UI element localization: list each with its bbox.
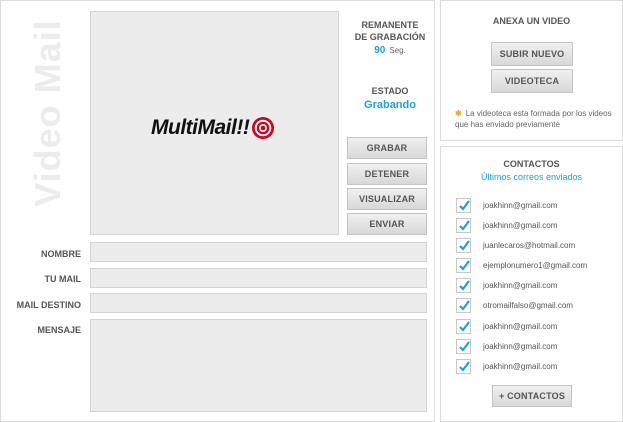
- contact-email: joakhinn@gmail.com: [483, 321, 558, 331]
- contact-email: juanlecaros@hotmail.com: [483, 240, 576, 250]
- contact-row[interactable]: joakhinn@gmail.com: [456, 217, 557, 233]
- library-note-text: La videoteca esta formada por los videos…: [455, 109, 612, 129]
- remaining-label-line2: DE GRABACIÓN: [354, 32, 426, 42]
- state-label: ESTADO: [371, 86, 409, 96]
- contact-checkbox[interactable]: [456, 237, 471, 253]
- multimail-logo: MultiMail!!: [151, 116, 275, 140]
- message-label: MENSAJE: [37, 325, 81, 335]
- contact-row[interactable]: otromailfalso@gmail.com: [456, 297, 573, 313]
- remaining-unit: Seg.: [389, 46, 406, 55]
- name-field[interactable]: [90, 242, 427, 262]
- contact-checkbox[interactable]: [456, 297, 471, 313]
- checkmark-icon: [459, 279, 470, 291]
- contact-email: otromailfalso@gmail.com: [483, 300, 573, 310]
- checkmark-icon: [459, 259, 470, 271]
- contact-email: joakhinn@gmail.com: [483, 200, 558, 210]
- checkmark-icon: [459, 199, 470, 211]
- contact-email: joakhinn@gmail.com: [483, 361, 558, 371]
- contact-checkbox[interactable]: [456, 197, 471, 213]
- send-button[interactable]: ENVIAR: [347, 213, 427, 235]
- dest-mail-field[interactable]: [90, 293, 427, 313]
- remaining-time: 90 Seg.: [344, 45, 436, 56]
- contact-email: ejemplonumero1@gmail.com: [483, 260, 588, 270]
- remaining-label: REMANENTE DE GRABACIÓN: [344, 19, 436, 43]
- upload-new-button[interactable]: SUBIR NUEVO: [491, 42, 573, 66]
- name-label: NOMBRE: [41, 249, 81, 259]
- dest-mail-label: MAIL DESTINO: [16, 300, 81, 310]
- video-library-button[interactable]: VIDEOTECA: [491, 69, 573, 93]
- mymail-label: TU MAIL: [44, 274, 82, 284]
- contact-checkbox[interactable]: [456, 318, 471, 334]
- remaining-value: 90: [374, 45, 386, 56]
- contacts-panel: CONTACTOS Últimos correos enviados joakh…: [440, 146, 623, 422]
- state-value: Grabando: [364, 99, 416, 111]
- contacts-subtitle: Últimos correos enviados: [480, 172, 583, 182]
- add-contacts-button[interactable]: + CONTACTOS: [492, 385, 572, 407]
- target-icon: [252, 117, 275, 139]
- contact-checkbox[interactable]: [456, 277, 471, 293]
- checkmark-icon: [459, 320, 470, 332]
- contact-email: joakhinn@gmail.com: [483, 280, 558, 290]
- checkmark-icon: [459, 360, 470, 372]
- video-preview-area[interactable]: MultiMail!!: [90, 11, 339, 235]
- contact-checkbox[interactable]: [456, 338, 471, 354]
- contact-checkbox[interactable]: [456, 358, 471, 374]
- contact-email: joakhinn@gmail.com: [483, 220, 558, 230]
- checkmark-icon: [459, 219, 470, 231]
- remaining-label-line1: REMANENTE: [361, 20, 419, 30]
- checkmark-icon: [459, 239, 470, 251]
- contact-checkbox[interactable]: [456, 217, 471, 233]
- checkmark-icon: [459, 340, 470, 352]
- message-field[interactable]: [90, 319, 427, 412]
- contact-email: joakhinn@gmail.com: [483, 341, 558, 351]
- record-button[interactable]: GRABAR: [347, 137, 427, 159]
- contact-row[interactable]: joakhinn@gmail.com: [456, 277, 557, 293]
- contact-row[interactable]: juanlecaros@hotmail.com: [456, 237, 575, 253]
- contacts-title: CONTACTOS: [503, 159, 560, 169]
- contact-row[interactable]: joakhinn@gmail.com: [456, 338, 557, 354]
- library-note: ✱ La videoteca esta formada por los video…: [455, 108, 617, 130]
- contact-row[interactable]: ejemplonumero1@gmail.com: [456, 257, 587, 273]
- checkmark-icon: [459, 299, 470, 311]
- attach-title: ANEXA UN VIDEO: [492, 16, 571, 26]
- contact-checkbox[interactable]: [456, 257, 471, 273]
- mymail-field[interactable]: [90, 268, 427, 288]
- logo-text: MultiMail!!: [151, 116, 250, 139]
- video-mail-panel: Video Mail MultiMail!! REMANENTE DE GRAB…: [0, 0, 435, 422]
- page-title: Video Mail: [27, 19, 68, 207]
- preview-button[interactable]: VISUALIZAR: [347, 188, 427, 210]
- contact-row[interactable]: joakhinn@gmail.com: [456, 197, 557, 213]
- attach-video-panel: ANEXA UN VIDEO SUBIR NUEVO VIDEOTECA ✱ La…: [440, 0, 623, 141]
- contact-row[interactable]: joakhinn@gmail.com: [456, 318, 557, 334]
- contact-row[interactable]: joakhinn@gmail.com: [456, 358, 557, 374]
- stop-button[interactable]: DETENER: [347, 163, 427, 185]
- asterisk-icon: ✱: [455, 109, 462, 118]
